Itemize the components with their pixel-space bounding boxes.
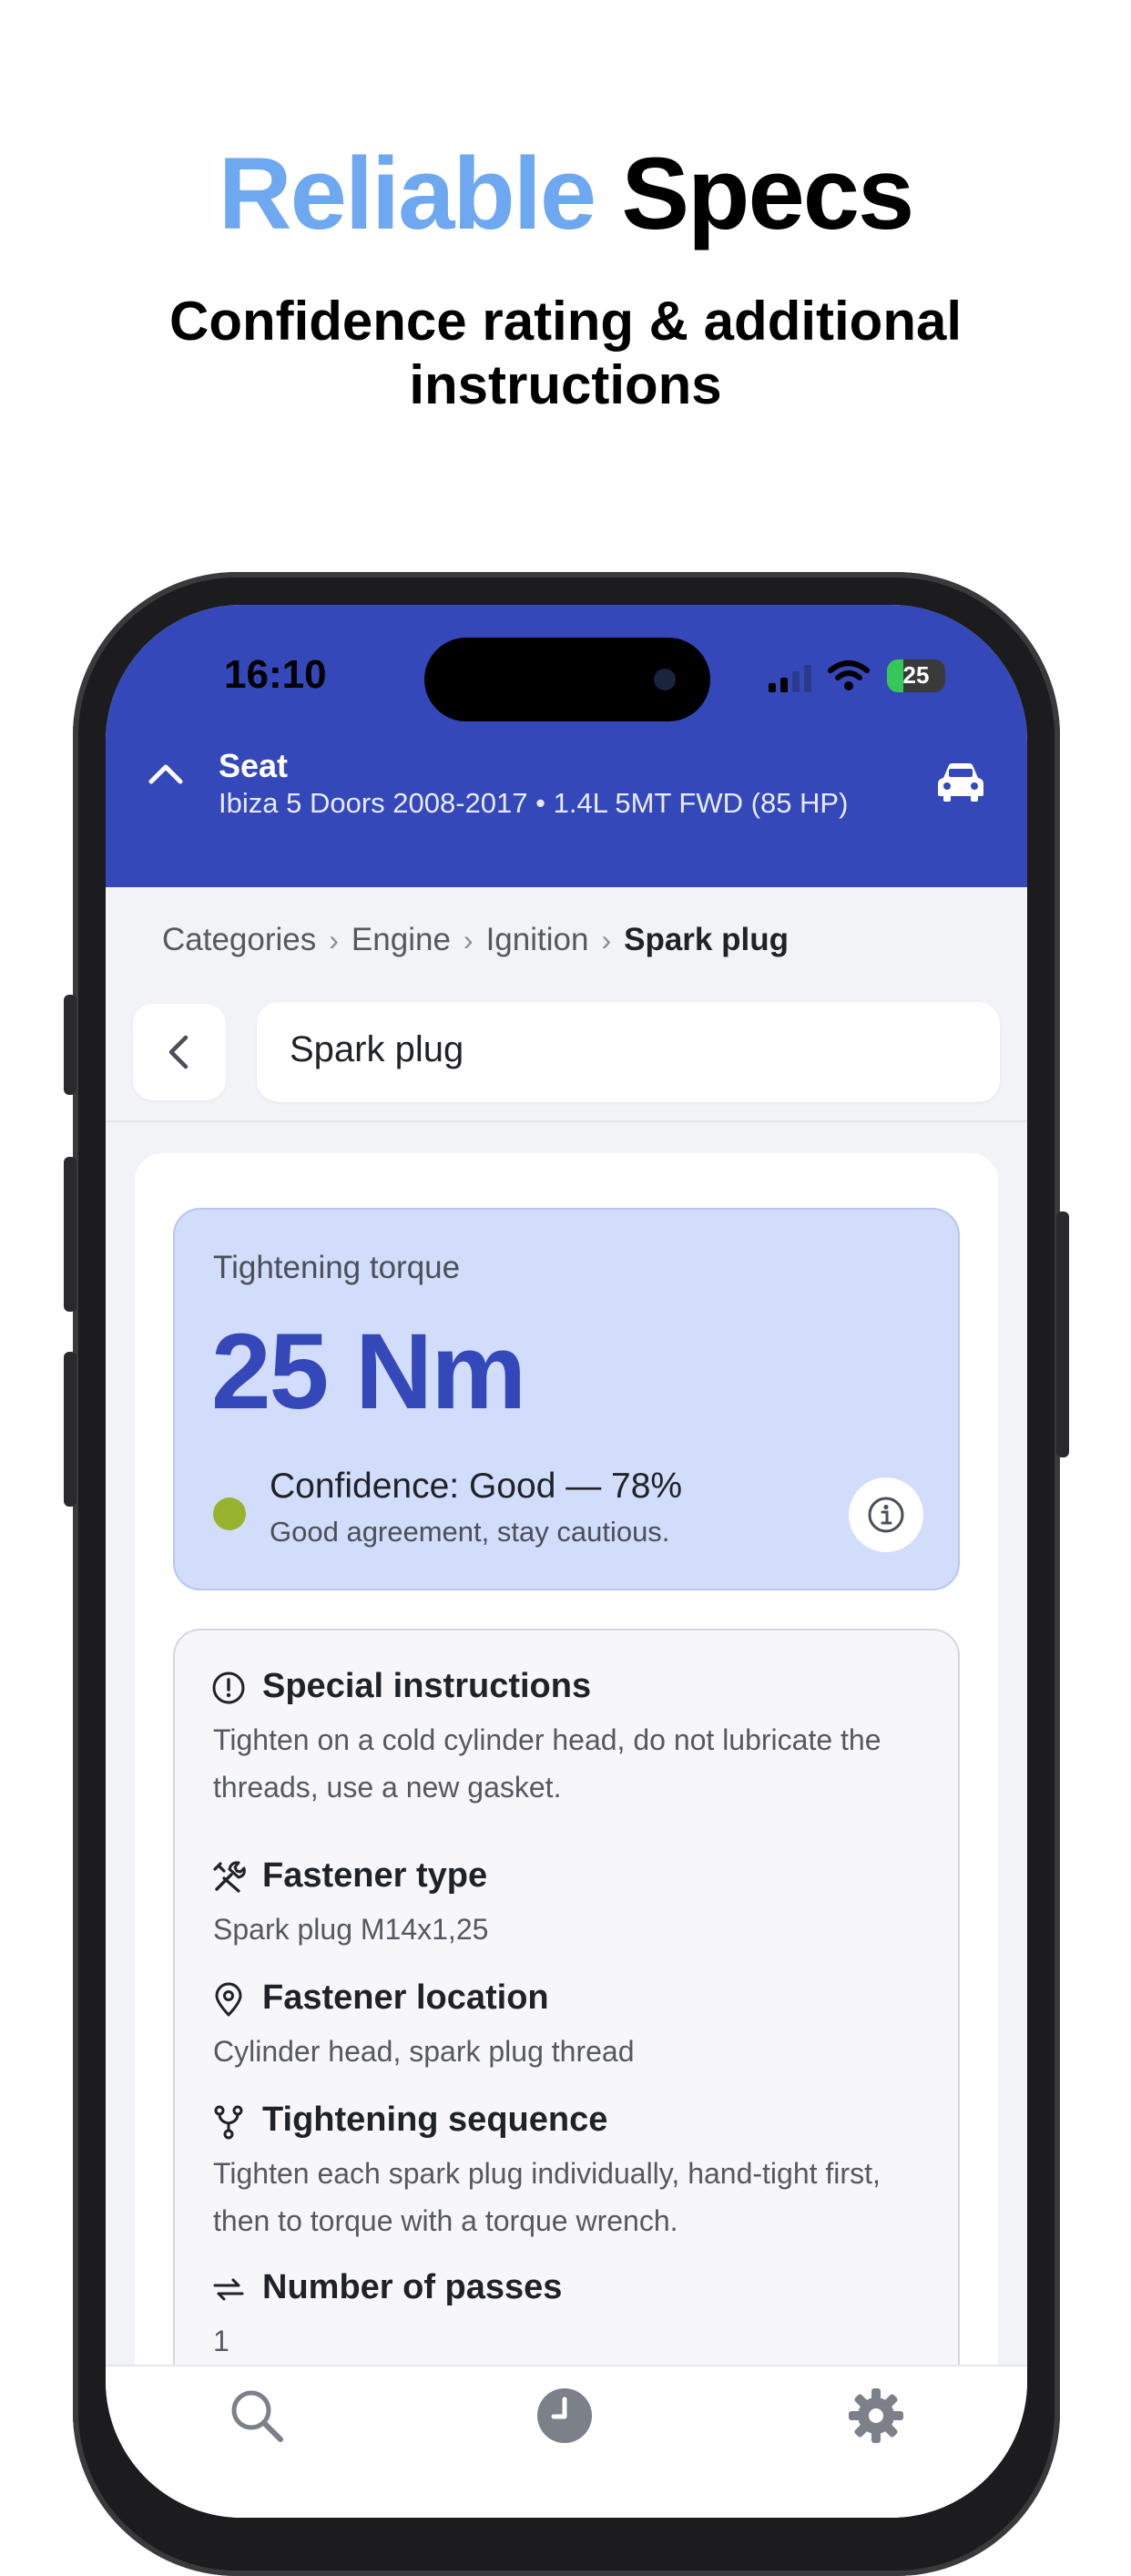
car-icon[interactable] [936, 762, 985, 802]
special-instructions-text: Tighten on a cold cylinder head, do not … [213, 1723, 881, 1804]
vehicle-model[interactable]: Ibiza 5 Doors 2008-2017 • 1.4L 5MT FWD (… [219, 787, 848, 820]
phone-power-button [1056, 1211, 1069, 1457]
history-icon[interactable] [535, 2387, 594, 2445]
tightening-sequence-title: Tightening sequence [262, 2101, 608, 2139]
subtitle-line-2: instructions [409, 354, 722, 415]
fastener-type-title: Fastener type [262, 1856, 488, 1895]
app-screen: 16:10 25 Seat Ibiza 5 Doors 2008-2017 • … [106, 605, 1027, 2518]
fastener-location-title: Fastener location [262, 1978, 549, 2017]
fastener-location-text: Cylinder head, spark plug thread [213, 2035, 635, 2068]
torque-label: Tightening torque [213, 1250, 461, 1285]
wifi-icon [828, 660, 870, 690]
search-input-value: Spark plug [290, 1029, 464, 1069]
dynamic-island [424, 638, 710, 721]
vehicle-make[interactable]: Seat [219, 747, 288, 785]
headline-accent: Reliable [218, 137, 597, 250]
torque-panel: Tightening torque 25 Nm Confidence: Good… [173, 1208, 960, 1590]
breadcrumb-separator: › [601, 924, 612, 956]
breadcrumb-separator: › [463, 924, 474, 956]
map-pin-icon [215, 1982, 242, 2017]
phone-volume-down-button [64, 1352, 76, 1507]
app-header: 16:10 25 Seat Ibiza 5 Doors 2008-2017 • … [106, 605, 1027, 887]
search-input[interactable]: Spark plug [257, 1002, 1000, 1102]
headline-rest: Specs [621, 137, 914, 250]
repeat-icon [213, 2278, 244, 2301]
breadcrumb-separator: › [329, 924, 339, 956]
back-button[interactable] [133, 1004, 226, 1100]
number-of-passes-title: Number of passes [262, 2268, 563, 2306]
status-time: 16:10 [224, 652, 327, 697]
phone-volume-up-button [64, 1157, 76, 1312]
subtitle-line-1: Confidence rating & additional [168, 291, 963, 352]
battery-indicator: 25 [887, 659, 945, 692]
settings-icon[interactable] [847, 2387, 905, 2445]
breadcrumb-ignition[interactable]: Ignition [486, 922, 589, 957]
breadcrumb-current: Spark plug [624, 922, 789, 957]
fastener-type-text: Spark plug M14x1,25 [213, 1913, 489, 1946]
torque-value: 25 Nm [211, 1312, 526, 1432]
tools-icon [213, 1861, 246, 1893]
special-instructions-title: Special instructions [262, 1667, 592, 1705]
number-of-passes-text: 1 [213, 2325, 229, 2357]
tab-bar [106, 2365, 1027, 2518]
phone-action-button [64, 995, 76, 1095]
confidence-dot [213, 1498, 246, 1530]
confidence-title: Confidence: Good — 78% [270, 1467, 683, 1506]
camera-lens [654, 669, 676, 690]
tightening-sequence-text: Tighten each spark plug individually, ha… [213, 2157, 881, 2237]
cellular-signal-icon [769, 665, 811, 692]
divider [106, 1120, 1027, 1122]
alert-circle-icon [212, 1671, 245, 1704]
fork-icon [214, 2105, 243, 2140]
breadcrumb-categories[interactable]: Categories [162, 922, 316, 957]
chevron-up-icon[interactable] [146, 760, 186, 787]
promo-subtitle: Confidence rating & additional instructi… [0, 290, 1131, 417]
confidence-note: Good agreement, stay cautious. [270, 1516, 670, 1548]
breadcrumb: Categories › Engine › Ignition › Spark plug [162, 922, 789, 958]
chevron-left-icon [168, 1035, 188, 1069]
info-icon [868, 1497, 904, 1533]
breadcrumb-engine[interactable]: Engine [352, 922, 451, 957]
confidence-info-button[interactable] [849, 1477, 923, 1552]
search-icon[interactable] [228, 2387, 286, 2445]
battery-level: 25 [902, 661, 930, 689]
promo-headline: Reliable Specs [0, 135, 1131, 253]
